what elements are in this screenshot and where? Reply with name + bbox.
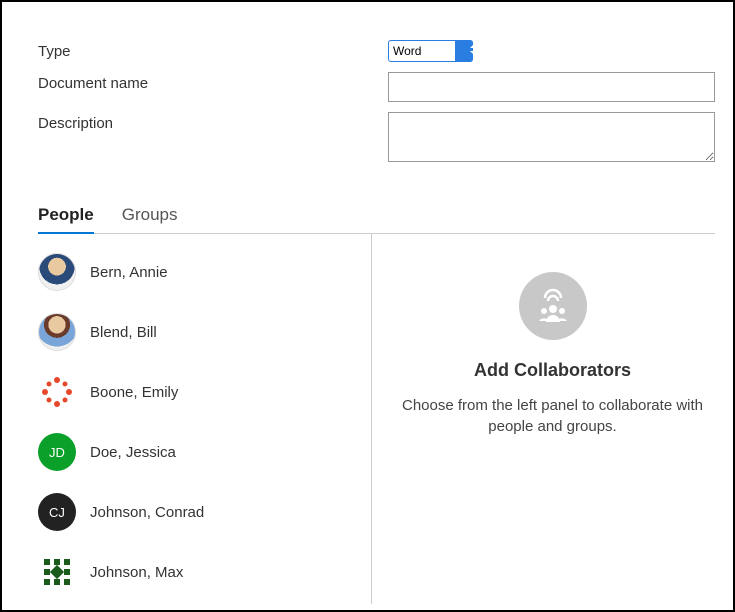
row-type: Type Word: [38, 40, 715, 62]
tab-people[interactable]: People: [38, 205, 94, 233]
pattern-icon: [38, 553, 76, 591]
person-name: Boone, Emily: [90, 384, 178, 401]
person-item[interactable]: Boone, Emily: [38, 362, 371, 422]
person-item[interactable]: CJ Johnson, Conrad: [38, 482, 371, 542]
person-item[interactable]: Bern, Annie: [38, 242, 371, 302]
collaborators-panel: Add Collaborators Choose from the left p…: [372, 234, 733, 604]
type-select-wrap: Word: [388, 40, 473, 62]
avatar-initials: CJ: [49, 505, 65, 520]
row-desc: Description: [38, 112, 715, 165]
avatar: [38, 253, 76, 291]
person-name: Bern, Annie: [90, 264, 168, 281]
panels: Bern, Annie Blend, Bill: [2, 234, 733, 604]
docname-control-wrap: [388, 72, 715, 102]
dialog: Type Word Document name Description: [0, 0, 735, 612]
type-select[interactable]: Word: [388, 40, 473, 62]
avatar: CJ: [38, 493, 76, 531]
document-name-input[interactable]: [388, 72, 715, 102]
collaborators-text: Choose from the left panel to collaborat…: [372, 395, 733, 437]
person-item[interactable]: Johnson, Max: [38, 542, 371, 602]
description-textarea[interactable]: [388, 112, 715, 162]
person-item[interactable]: Blend, Bill: [38, 302, 371, 362]
avatar: [38, 553, 76, 591]
tab-groups[interactable]: Groups: [122, 205, 178, 233]
person-name: Johnson, Max: [90, 564, 183, 581]
person-item[interactable]: JD Doe, Jessica: [38, 422, 371, 482]
tabs: People Groups: [38, 205, 715, 234]
row-docname: Document name: [38, 72, 715, 102]
label-type: Type: [38, 40, 388, 62]
type-control-wrap: Word: [388, 40, 715, 62]
people-wifi-icon: [533, 286, 573, 326]
pattern-icon: [38, 373, 76, 411]
avatar: JD: [38, 433, 76, 471]
people-list: Bern, Annie Blend, Bill: [2, 234, 372, 604]
person-name: Doe, Jessica: [90, 444, 176, 461]
collaborators-title: Add Collaborators: [474, 360, 631, 381]
form-section: Type Word Document name Description: [2, 2, 733, 165]
avatar: [38, 373, 76, 411]
desc-control-wrap: [388, 112, 715, 165]
avatar-initials: JD: [49, 445, 65, 460]
avatar: [38, 313, 76, 351]
person-name: Johnson, Conrad: [90, 504, 204, 521]
person-name: Blend, Bill: [90, 324, 157, 341]
label-desc: Description: [38, 112, 388, 165]
label-docname: Document name: [38, 72, 388, 102]
collaborators-icon: [519, 272, 587, 340]
